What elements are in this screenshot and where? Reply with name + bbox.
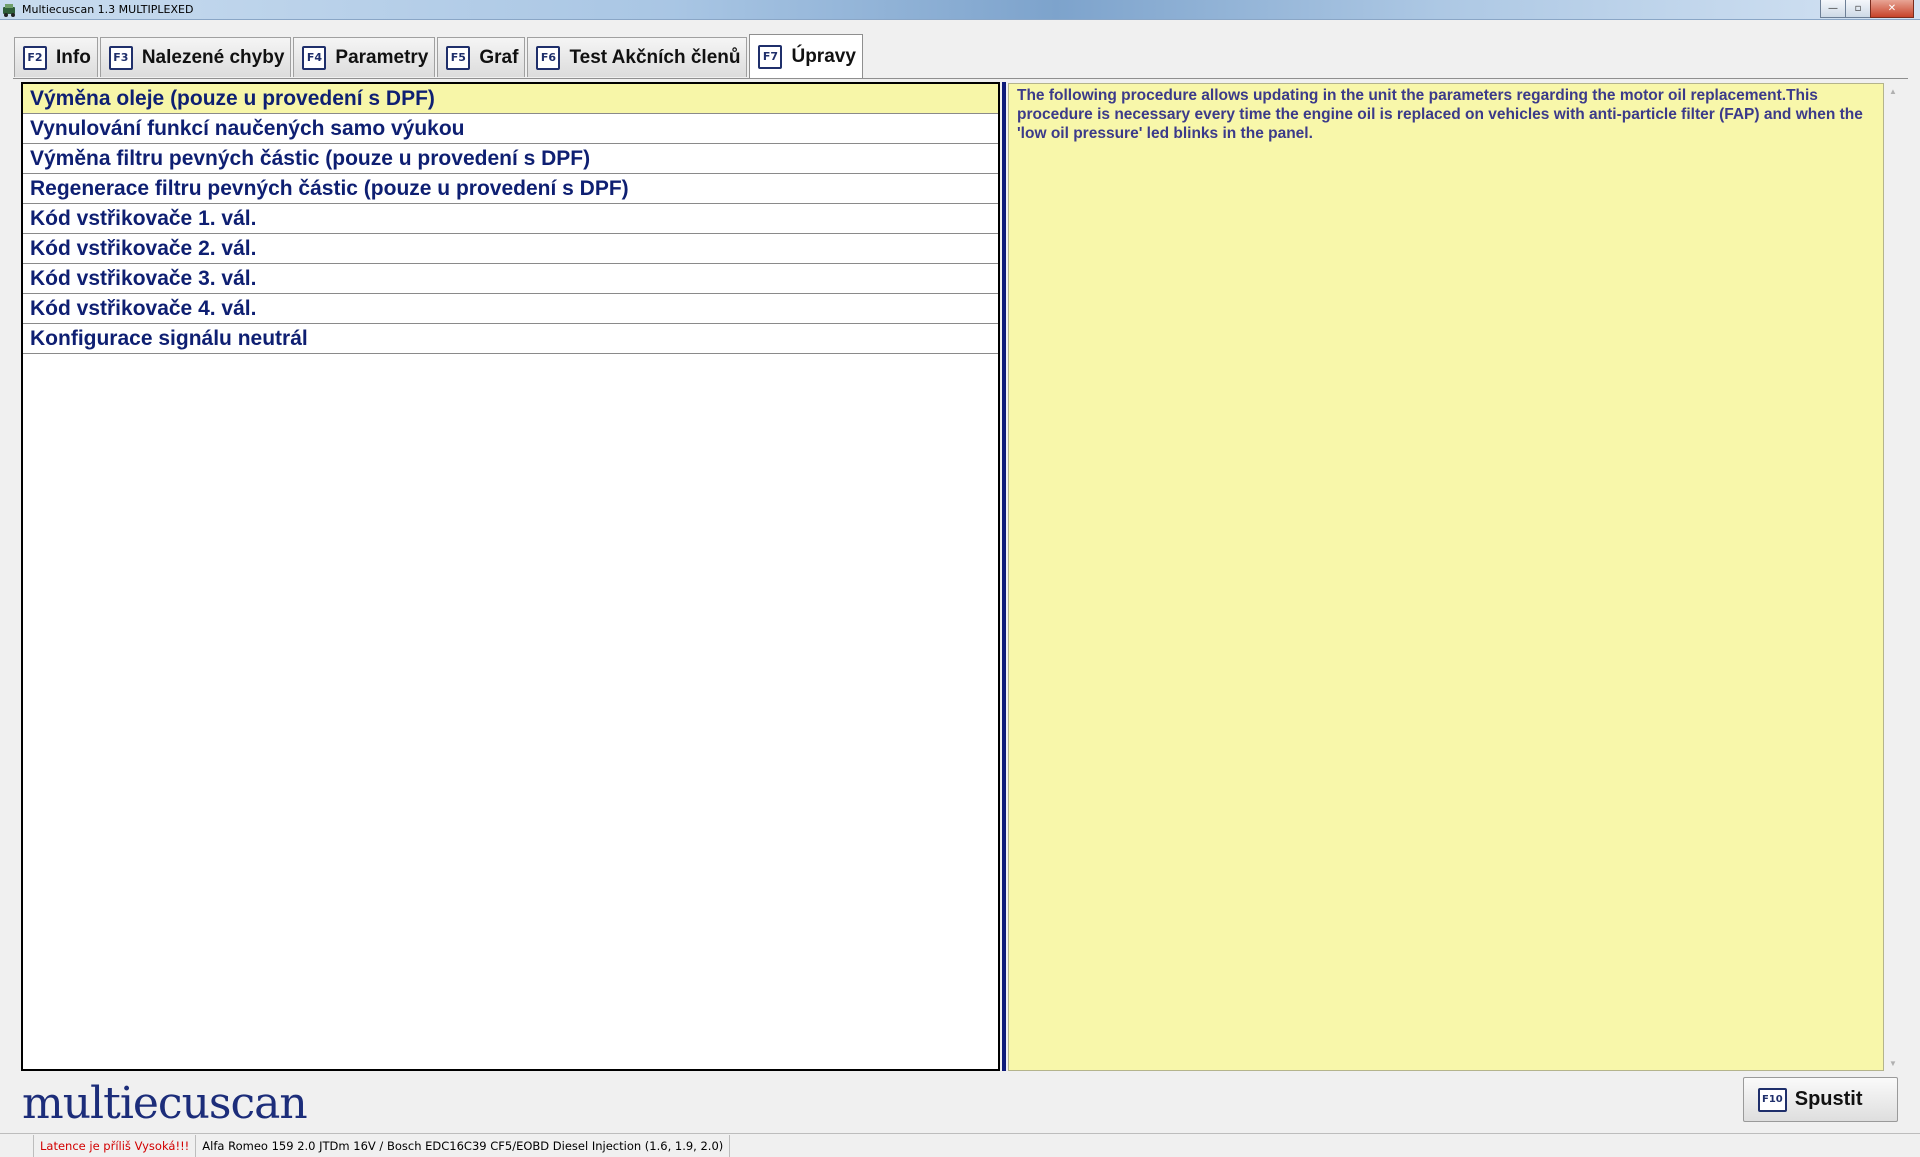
f3-key-icon: F3 <box>108 45 133 70</box>
procedure-item-injector-1[interactable]: Kód vstřikovače 1. vál. <box>23 204 998 234</box>
tab-found-faults[interactable]: F3 Nalezené chyby <box>99 37 292 77</box>
tab-label: Nalezené chyby <box>141 46 285 68</box>
tab-label: Úpravy <box>791 45 856 67</box>
procedure-item-injector-4[interactable]: Kód vstřikovače 4. vál. <box>23 294 998 324</box>
maximize-button[interactable]: ▫ <box>1845 0 1871 18</box>
f5-key-icon: F5 <box>446 45 471 70</box>
status-spacer <box>0 1134 34 1157</box>
panel-splitter[interactable] <box>1002 82 1006 1071</box>
tab-label: Info <box>56 46 91 68</box>
f6-key-icon: F6 <box>536 45 561 70</box>
tab-label: Graf <box>479 46 519 68</box>
procedure-item-dpf-regeneration[interactable]: Regenerace filtru pevných částic (pouze … <box>23 174 998 204</box>
window-title: Multiecuscan 1.3 MULTIPLEXED <box>22 3 194 16</box>
tab-label: Parametry <box>335 46 429 68</box>
f7-key-icon: F7 <box>758 44 783 69</box>
scroll-up-icon[interactable]: ▲ <box>1885 83 1901 99</box>
tab-actuator-test[interactable]: F6 Test Akčních členů <box>527 37 748 77</box>
tab-label: Test Akčních členů <box>569 46 741 68</box>
run-button[interactable]: F10 Spustit <box>1743 1077 1898 1122</box>
tab-graph[interactable]: F5 Graf <box>437 37 526 77</box>
tab-bar: F2 Info F3 Nalezené chyby F4 Parametry F… <box>14 34 865 78</box>
procedure-item-reset-learned[interactable]: Vynulování funkcí naučených samo výukou <box>23 114 998 144</box>
procedure-item-injector-2[interactable]: Kód vstřikovače 2. vál. <box>23 234 998 264</box>
procedure-description: The following procedure allows updating … <box>1017 87 1863 142</box>
scroll-down-icon[interactable]: ▼ <box>1885 1055 1901 1071</box>
app-icon <box>3 4 15 17</box>
procedure-item-neutral-signal[interactable]: Konfigurace signálu neutrál <box>23 324 998 354</box>
window-controls: — ▫ ✕ <box>1820 0 1914 18</box>
minimize-button[interactable]: — <box>1820 0 1846 18</box>
tab-adjustments[interactable]: F7 Úpravy <box>749 34 863 78</box>
title-bar[interactable]: Multiecuscan 1.3 MULTIPLEXED — ▫ ✕ <box>0 0 1920 20</box>
f10-key-icon: F10 <box>1758 1087 1787 1112</box>
procedure-item-dpf-replace[interactable]: Výměna filtru pevných částic (pouze u pr… <box>23 144 998 174</box>
tab-parameters[interactable]: F4 Parametry <box>293 37 436 77</box>
procedure-item-oil-change[interactable]: Výměna oleje (pouze u provedení s DPF) <box>23 84 998 114</box>
close-button[interactable]: ✕ <box>1870 0 1914 18</box>
procedure-list[interactable]: Výměna oleje (pouze u provedení s DPF) V… <box>21 82 1000 1071</box>
vehicle-info: Alfa Romeo 159 2.0 JTDm 16V / Bosch EDC1… <box>196 1134 731 1157</box>
f2-key-icon: F2 <box>23 45 47 70</box>
tab-info[interactable]: F2 Info <box>14 37 98 77</box>
status-bar: Latence je příliš Vysoká!!! Alfa Romeo 1… <box>0 1133 1920 1157</box>
procedure-description-panel: The following procedure allows updating … <box>1008 83 1884 1071</box>
latency-warning: Latence je příliš Vysoká!!! <box>34 1134 197 1157</box>
procedure-item-injector-3[interactable]: Kód vstřikovače 3. vál. <box>23 264 998 294</box>
f4-key-icon: F4 <box>302 45 327 70</box>
description-scrollbar[interactable]: ▲ ▼ <box>1885 83 1901 1071</box>
multiecuscan-logo: multiecuscan <box>22 1078 308 1129</box>
run-button-label: Spustit <box>1794 1088 1863 1110</box>
